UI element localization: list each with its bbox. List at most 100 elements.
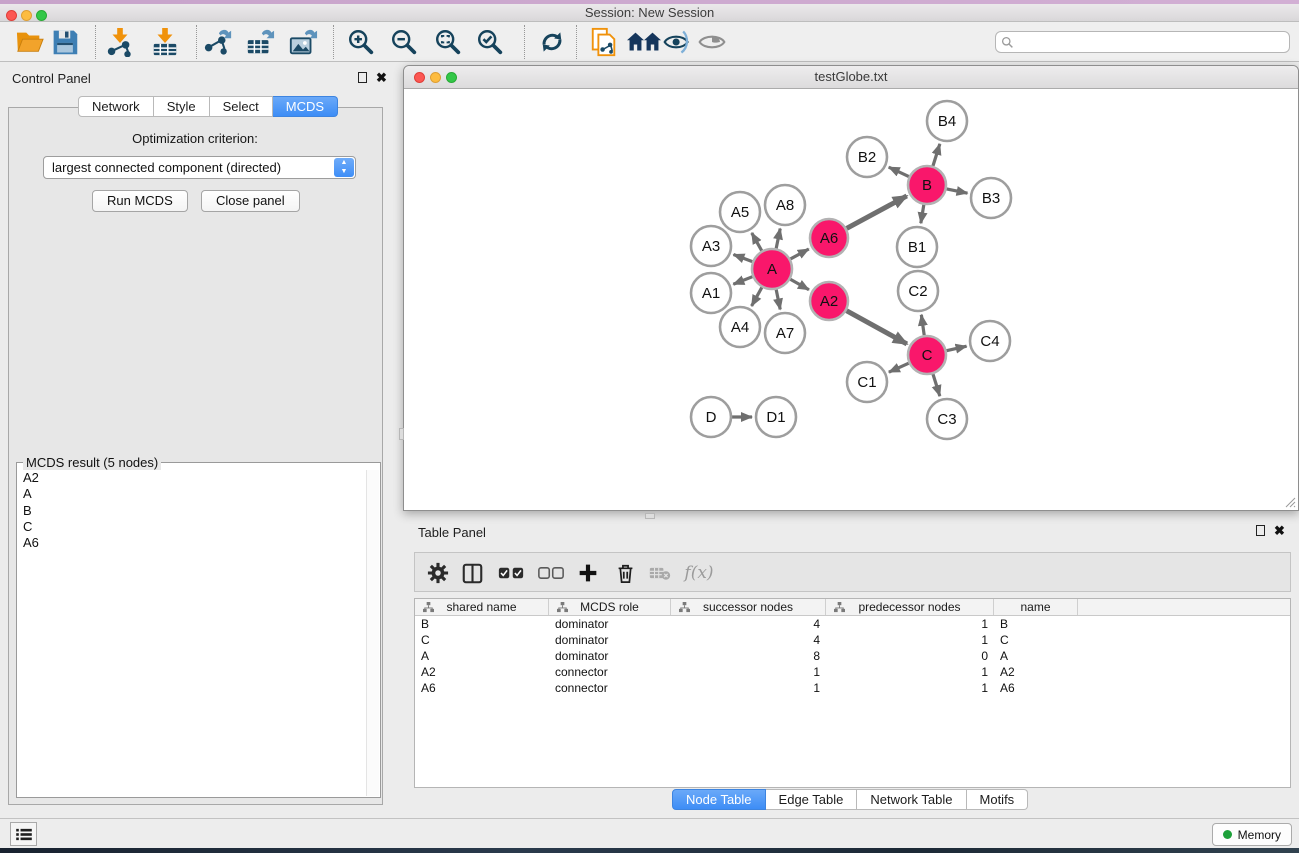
- memory-button[interactable]: Memory: [1212, 823, 1292, 846]
- graph-node-C4[interactable]: C4: [970, 321, 1010, 361]
- graph-node-D[interactable]: D: [691, 397, 731, 437]
- graph-edge-B-B4[interactable]: [933, 144, 940, 166]
- delete-table-icon[interactable]: [644, 557, 676, 589]
- zoom-selected-icon[interactable]: [473, 27, 507, 57]
- graph-edge-A-A5[interactable]: [752, 233, 762, 251]
- table-settings-icon[interactable]: [422, 557, 454, 589]
- table-row[interactable]: Adominator80A: [415, 648, 1290, 664]
- close-panel-icon[interactable]: ✖: [376, 72, 387, 83]
- column-header-mcds-role[interactable]: MCDS role: [549, 599, 671, 615]
- network-window-titlebar[interactable]: testGlobe.txt: [404, 66, 1298, 89]
- open-session-icon[interactable]: [13, 27, 47, 57]
- graph-node-B4[interactable]: B4: [927, 101, 967, 141]
- zoom-window-button[interactable]: [36, 10, 47, 21]
- zoom-out-icon[interactable]: [387, 27, 421, 57]
- graph-node-A6[interactable]: A6: [810, 219, 848, 257]
- graph-node-C[interactable]: C: [908, 336, 946, 374]
- tab-mcds[interactable]: MCDS: [273, 96, 338, 117]
- graph-node-C2[interactable]: C2: [898, 271, 938, 311]
- table-row[interactable]: Bdominator41B: [415, 616, 1290, 632]
- search-input[interactable]: [1014, 33, 1289, 51]
- tab-network[interactable]: Network: [78, 96, 154, 117]
- tab-edge-table[interactable]: Edge Table: [766, 789, 858, 810]
- export-network-icon[interactable]: [201, 27, 235, 57]
- graph-edge-A-A1[interactable]: [733, 277, 752, 285]
- graph-node-A[interactable]: A: [752, 249, 792, 289]
- run-mcds-button[interactable]: Run MCDS: [92, 190, 188, 212]
- graph-edge-C-C2[interactable]: [921, 315, 924, 335]
- splitter-handle-horizontal[interactable]: [645, 513, 655, 519]
- mcds-result-item[interactable]: C: [18, 519, 367, 535]
- tab-node-table[interactable]: Node Table: [672, 789, 766, 810]
- task-history-button[interactable]: [10, 822, 37, 846]
- graph-node-C3[interactable]: C3: [927, 399, 967, 439]
- minimize-window-button[interactable]: [21, 10, 32, 21]
- graph-edge-A-A8[interactable]: [776, 229, 780, 249]
- hide-panel-icon[interactable]: [660, 27, 694, 57]
- save-session-icon[interactable]: [48, 27, 82, 57]
- export-table-icon[interactable]: [243, 27, 277, 57]
- splitter-handle-vertical[interactable]: [399, 428, 404, 440]
- add-column-icon[interactable]: [572, 557, 604, 589]
- window-resize-grip[interactable]: [1284, 496, 1296, 508]
- zoom-in-icon[interactable]: [344, 27, 378, 57]
- graph-node-A8[interactable]: A8: [765, 185, 805, 225]
- graph-node-C1[interactable]: C1: [847, 362, 887, 402]
- show-panel-icon[interactable]: [695, 27, 729, 57]
- graph-node-A4[interactable]: A4: [720, 307, 760, 347]
- graph-edge-C-C1[interactable]: [889, 363, 909, 372]
- table-row[interactable]: Cdominator41C: [415, 632, 1290, 648]
- graph-edge-B-B1[interactable]: [921, 205, 924, 224]
- column-header-name[interactable]: name: [994, 599, 1078, 615]
- graph-edge-A-A6[interactable]: [790, 249, 808, 259]
- graph-node-A2[interactable]: A2: [810, 282, 848, 320]
- close-panel-button[interactable]: Close panel: [201, 190, 300, 212]
- table-row[interactable]: A2connector11A2: [415, 664, 1290, 680]
- graph-edge-A-A2[interactable]: [790, 279, 809, 289]
- tab-select[interactable]: Select: [210, 96, 273, 117]
- graph-edge-A2-C[interactable]: [847, 311, 907, 344]
- network-zoom-button[interactable]: [446, 72, 457, 83]
- float-panel-icon[interactable]: [1256, 525, 1265, 536]
- home-view-icon[interactable]: [627, 27, 661, 57]
- graph-node-B2[interactable]: B2: [847, 137, 887, 177]
- network-graph[interactable]: AA1A2A3A4A5A6A7A8BB1B2B3B4CC1C2C3C4DD1: [404, 89, 1298, 510]
- graph-edge-A6-B[interactable]: [847, 196, 907, 229]
- tab-network-table[interactable]: Network Table: [857, 789, 966, 810]
- split-view-icon[interactable]: [456, 557, 488, 589]
- column-header-successor-nodes[interactable]: successor nodes: [671, 599, 826, 615]
- mcds-result-item[interactable]: A2: [18, 470, 367, 486]
- export-image-icon[interactable]: [286, 27, 320, 57]
- table-row[interactable]: A6connector11A6: [415, 680, 1290, 696]
- graph-edge-B-B2[interactable]: [889, 167, 909, 176]
- deselect-all-icon[interactable]: [535, 557, 567, 589]
- mcds-result-item[interactable]: A: [18, 486, 367, 502]
- close-window-button[interactable]: [6, 10, 17, 21]
- tab-motifs[interactable]: Motifs: [967, 789, 1029, 810]
- graph-node-D1[interactable]: D1: [756, 397, 796, 437]
- close-panel-icon[interactable]: ✖: [1274, 525, 1285, 536]
- zoom-fit-icon[interactable]: [431, 27, 465, 57]
- float-panel-icon[interactable]: [358, 72, 367, 83]
- tab-style[interactable]: Style: [154, 96, 210, 117]
- network-snapshot-icon[interactable]: [587, 27, 621, 57]
- delete-column-icon[interactable]: [609, 557, 641, 589]
- graph-edge-A-A7[interactable]: [776, 290, 780, 310]
- result-scrollbar[interactable]: [366, 470, 379, 796]
- graph-edge-C-C3[interactable]: [933, 374, 940, 396]
- select-all-icon[interactable]: [495, 557, 527, 589]
- graph-node-B1[interactable]: B1: [897, 227, 937, 267]
- graph-edge-B-B3[interactable]: [947, 189, 968, 193]
- graph-node-A3[interactable]: A3: [691, 226, 731, 266]
- refresh-icon[interactable]: [535, 27, 569, 57]
- graph-node-B[interactable]: B: [908, 166, 946, 204]
- function-builder-icon[interactable]: f(x): [683, 557, 715, 589]
- graph-node-A5[interactable]: A5: [720, 192, 760, 232]
- graph-edge-A-A4[interactable]: [752, 287, 762, 306]
- mcds-result-item[interactable]: A6: [18, 535, 367, 551]
- column-header-predecessor-nodes[interactable]: predecessor nodes: [826, 599, 994, 615]
- graph-node-A1[interactable]: A1: [691, 273, 731, 313]
- mcds-result-item[interactable]: B: [18, 503, 367, 519]
- graph-node-B3[interactable]: B3: [971, 178, 1011, 218]
- network-minimize-button[interactable]: [430, 72, 441, 83]
